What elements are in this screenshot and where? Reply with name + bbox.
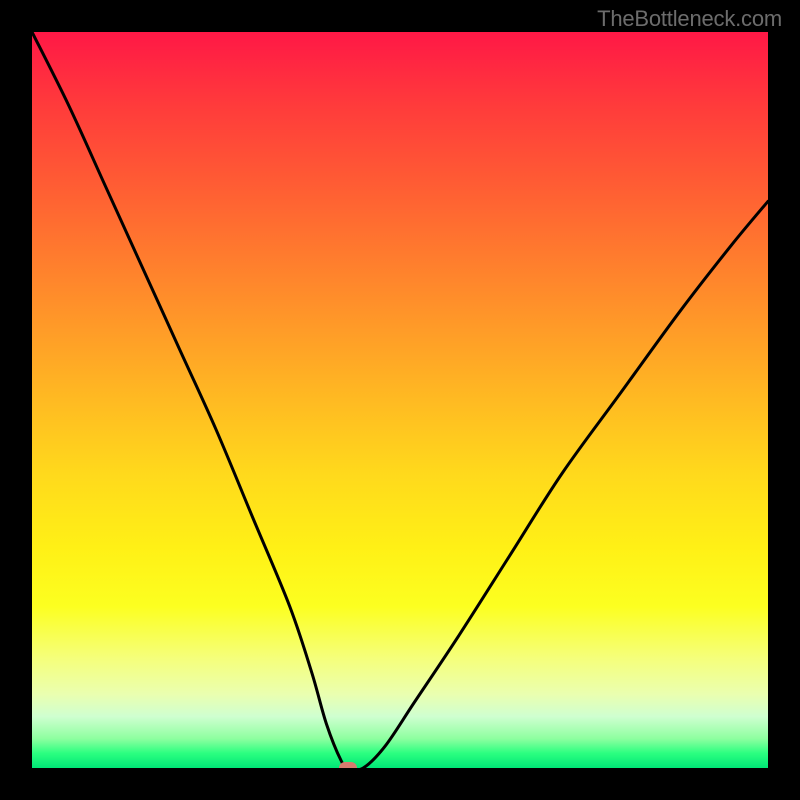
chart-frame <box>0 0 800 800</box>
watermark-text: TheBottleneck.com <box>597 6 782 32</box>
